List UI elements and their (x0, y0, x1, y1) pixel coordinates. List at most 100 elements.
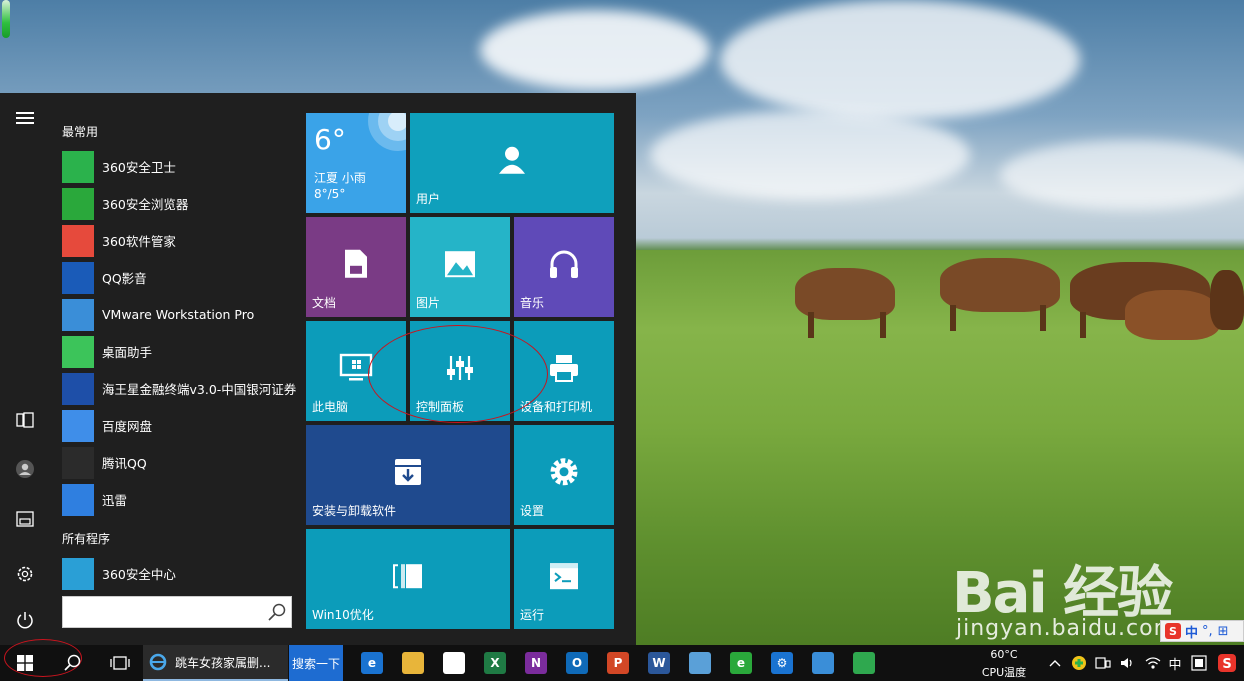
app-label: QQ影音 (102, 271, 147, 286)
app-list-item[interactable]: 腾讯QQ (62, 445, 298, 480)
picture-icon (445, 251, 475, 278)
app-list-item[interactable]: 桌面助手 (62, 334, 298, 369)
app-list-item[interactable]: VMware Workstation Pro (62, 297, 298, 332)
baidu-netdisk-icon (62, 409, 94, 442)
pictures-tile[interactable]: 图片 (410, 217, 510, 317)
network-icon[interactable] (1142, 645, 1164, 681)
360-browser-icon (62, 187, 94, 220)
task-view-icon (110, 656, 130, 670)
app-label: 百度网盘 (102, 419, 153, 434)
user-icon (499, 146, 525, 174)
run-icon (550, 563, 578, 590)
settings-task-icon[interactable]: ⚙ (762, 645, 802, 681)
app-label: 迅雷 (102, 493, 128, 508)
360-browser-task-icon[interactable]: e (721, 645, 761, 681)
360-software-manager-icon (62, 224, 94, 257)
app-list-item[interactable]: 迅雷 (62, 482, 298, 517)
ime-language-indicator[interactable]: 中 (1164, 645, 1186, 681)
taskbar-ie-window[interactable]: 跳车女孩家属删... (143, 645, 288, 681)
weather-location: 江夏 小雨 (314, 171, 366, 185)
headphones-icon (550, 250, 578, 278)
store-icon[interactable] (434, 645, 474, 681)
folder-icon (62, 557, 94, 590)
taskbar: 跳车女孩家属删... 搜索一下 e X N O P We ⚙ 60°C CPU温度 中 S (0, 639, 1244, 681)
show-hidden-icons-chevron-icon[interactable] (1046, 645, 1064, 681)
vmware-icon (62, 298, 94, 331)
hamburger-menu-icon[interactable] (12, 105, 38, 131)
app-label: 360安全中心 (102, 567, 176, 582)
weather-temp: 6° (314, 123, 346, 156)
run-tile[interactable]: 运行 (514, 529, 614, 629)
powerpoint-icon[interactable]: P (598, 645, 638, 681)
taskbar-search-button[interactable] (52, 645, 92, 681)
app-list-item[interactable]: 360安全中心 (62, 556, 298, 591)
app-list-item[interactable]: 360软件管家 (62, 223, 298, 258)
ime-settings-icon: ⊞ (1217, 623, 1229, 639)
ime-floating-bar[interactable]: S 中 °, ⊞ (1160, 620, 1244, 642)
settings-icon[interactable] (12, 561, 38, 587)
settings-tile[interactable]: 设置 (514, 425, 614, 525)
app-task-icon-2[interactable] (844, 645, 884, 681)
task-view-button[interactable] (100, 645, 140, 681)
360-tray-icon[interactable] (1068, 645, 1090, 681)
ime-chinese-mode: 中 (1185, 625, 1199, 641)
most-used-header: 最常用 (62, 125, 99, 139)
explorer-icon[interactable] (12, 407, 38, 433)
cpu-temp-label: CPU温度 (981, 666, 1027, 679)
all-programs-header[interactable]: 所有程序 (62, 530, 110, 547)
word-icon[interactable]: W (639, 645, 679, 681)
annotation-ellipse (368, 325, 548, 423)
taskbar-search-go-button[interactable]: 搜索一下 (289, 645, 343, 681)
ime-mode-icon[interactable] (1188, 645, 1210, 681)
onenote-icon[interactable]: N (516, 645, 556, 681)
xunlei-icon (62, 483, 94, 516)
optimize-icon (393, 564, 422, 589)
qq-player-icon (62, 261, 94, 294)
app-list-item[interactable]: 百度网盘 (62, 408, 298, 443)
desktop-assistant-icon (62, 335, 94, 368)
sogou-logo-icon: S (1165, 623, 1181, 639)
app-label: 360安全卫士 (102, 160, 176, 175)
app-list-item[interactable]: 海王星金融终端v3.0-中国银河证券 (62, 371, 298, 406)
app-label: VMware Workstation Pro (102, 307, 255, 322)
internet-explorer-icon (149, 653, 167, 671)
user-tile[interactable]: 用户 (410, 113, 614, 213)
documents-icon[interactable] (12, 506, 38, 532)
search-input[interactable] (62, 596, 292, 628)
power-icon[interactable] (12, 607, 38, 633)
printer-icon (550, 355, 578, 382)
install-uninstall-tile[interactable]: 安装与卸载软件 (306, 425, 510, 525)
documents-tile[interactable]: 文档 (306, 217, 406, 317)
app-label: 腾讯QQ (102, 456, 147, 471)
search-icon (64, 654, 81, 671)
edge-icon[interactable]: e (352, 645, 392, 681)
desktop-gauge-widget[interactable] (2, 0, 10, 38)
paint-icon[interactable] (680, 645, 720, 681)
music-tile[interactable]: 音乐 (514, 217, 614, 317)
app-list-item[interactable]: 360安全卫士 (62, 149, 298, 184)
app-label: 桌面助手 (102, 345, 153, 360)
install-box-icon (395, 459, 421, 485)
app-list: 最常用 360安全卫士 360安全浏览器 360软件管家 QQ影音 VMware Wor… (58, 93, 298, 645)
document-icon (345, 249, 367, 278)
sogou-ime-icon[interactable]: S (1214, 645, 1240, 681)
tencent-qq-icon (62, 446, 94, 479)
app-label: 海王星金融终端v3.0-中国银河证券 (102, 382, 297, 397)
search-icon (268, 603, 286, 621)
start-menu: 最常用 360安全卫士 360安全浏览器 360软件管家 QQ影音 VMware Wor… (0, 93, 636, 645)
device-tray-icon[interactable] (1092, 645, 1114, 681)
svg-text:S: S (1169, 625, 1177, 638)
volume-icon[interactable] (1116, 645, 1138, 681)
excel-icon[interactable]: X (475, 645, 515, 681)
app-label: 360软件管家 (102, 234, 176, 249)
weather-tile[interactable]: 6° 江夏 小雨 8°/5° (306, 113, 406, 213)
user-icon[interactable] (12, 456, 38, 482)
app-list-item[interactable]: QQ影音 (62, 260, 298, 295)
win10-optimize-tile[interactable]: Win10优化 (306, 529, 510, 629)
file-explorer-icon[interactable] (393, 645, 433, 681)
weather-range: 8°/5° (314, 187, 346, 201)
outlook-icon[interactable]: O (557, 645, 597, 681)
app-list-item[interactable]: 360安全浏览器 (62, 186, 298, 221)
app-task-icon[interactable] (803, 645, 843, 681)
app-label: 360安全浏览器 (102, 197, 189, 212)
